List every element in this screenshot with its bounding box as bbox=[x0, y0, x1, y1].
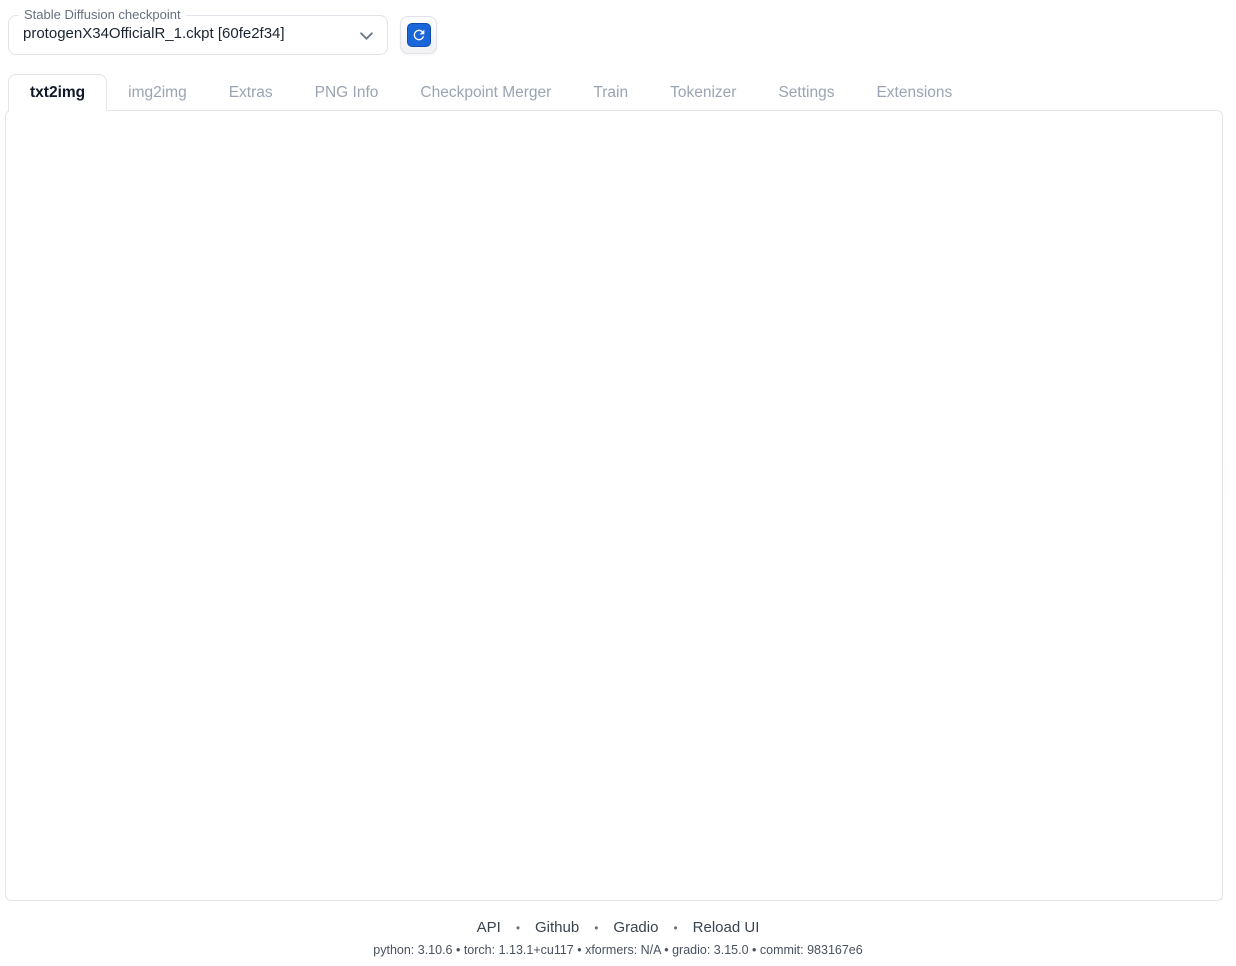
tab-settings[interactable]: Settings bbox=[757, 75, 855, 111]
main-tab-bar: txt2img img2img Extras PNG Info Checkpoi… bbox=[8, 74, 973, 111]
tab-img2img[interactable]: img2img bbox=[107, 75, 208, 111]
tab-txt2img[interactable]: txt2img bbox=[8, 74, 107, 111]
chevron-down-icon bbox=[360, 32, 373, 40]
bullet-separator: • bbox=[673, 921, 677, 935]
refresh-checkpoint-button[interactable] bbox=[400, 16, 437, 54]
txt2img-panel bbox=[5, 110, 1223, 901]
tab-tokenizer[interactable]: Tokenizer bbox=[649, 75, 757, 111]
checkpoint-dropdown[interactable]: Stable Diffusion checkpoint protogenX34O… bbox=[8, 15, 388, 55]
bullet-separator: • bbox=[594, 921, 598, 935]
tab-png-info[interactable]: PNG Info bbox=[294, 75, 400, 111]
tab-extensions[interactable]: Extensions bbox=[855, 75, 973, 111]
footer-versions: python: 3.10.6 • torch: 1.13.1+cu117 • x… bbox=[0, 943, 1236, 957]
footer-link-reload-ui[interactable]: Reload UI bbox=[693, 919, 760, 936]
stable-diffusion-webui: Stable Diffusion checkpoint protogenX34O… bbox=[0, 0, 1236, 966]
tab-checkpoint-merger[interactable]: Checkpoint Merger bbox=[399, 75, 572, 111]
checkpoint-label: Stable Diffusion checkpoint bbox=[19, 7, 186, 22]
bullet-separator: • bbox=[516, 921, 520, 935]
checkpoint-value: protogenX34OfficialR_1.ckpt [60fe2f34] bbox=[23, 25, 285, 42]
footer-links: API • Github • Gradio • Reload UI bbox=[0, 919, 1236, 936]
footer-link-gradio[interactable]: Gradio bbox=[613, 919, 658, 936]
refresh-icon bbox=[407, 23, 431, 47]
footer-link-api[interactable]: API bbox=[477, 919, 501, 936]
tab-train[interactable]: Train bbox=[572, 75, 649, 111]
footer-link-github[interactable]: Github bbox=[535, 919, 579, 936]
tab-extras[interactable]: Extras bbox=[208, 75, 294, 111]
